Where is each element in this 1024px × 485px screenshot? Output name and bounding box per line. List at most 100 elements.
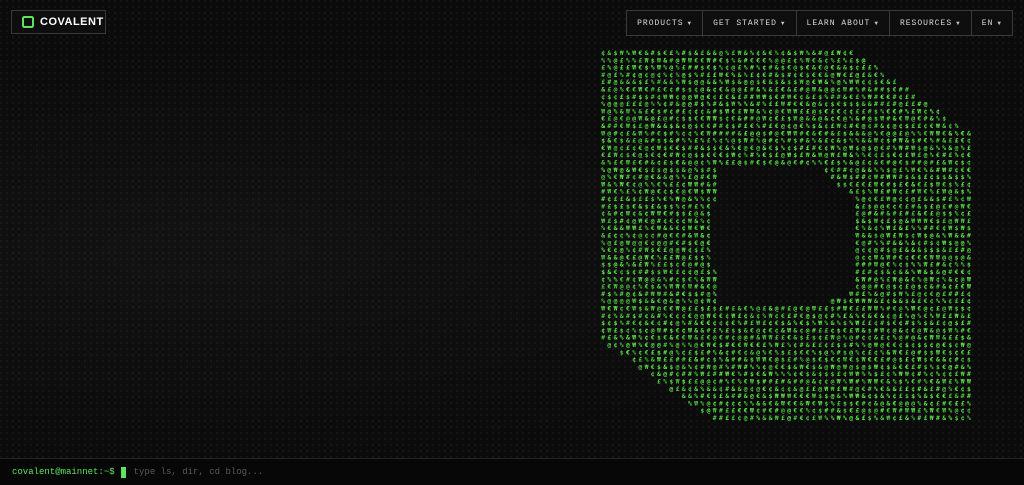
ascii-glyph: @	[744, 414, 748, 422]
ascii-glyph: €	[769, 159, 773, 167]
ascii-glyph: €	[793, 159, 797, 167]
ascii-glyph: ₩	[837, 414, 841, 422]
language-label: EN	[981, 18, 994, 28]
ascii-glyph: £	[725, 414, 729, 422]
terminal-prompt: covalent@mainnet:~$	[12, 467, 115, 477]
ascii-glyph: $	[868, 414, 872, 422]
ascii-glyph: @	[738, 159, 742, 167]
ascii-glyph: £	[781, 414, 785, 422]
ascii-glyph: @	[669, 385, 673, 393]
top-navigation: PRODUCTS ▼ GET STARTED ▼ LEARN ABOUT ▼ R…	[626, 10, 1013, 36]
ascii-glyph: €	[800, 414, 804, 422]
ascii-glyph: &	[769, 414, 773, 422]
ascii-glyph: ¢	[806, 414, 810, 422]
nav-label: LEARN ABOUT	[806, 18, 871, 28]
ascii-glyph: $	[837, 180, 841, 188]
ascii-glyph: £	[731, 159, 735, 167]
ascii-glyph: %	[831, 414, 835, 422]
ascii-glyph: £	[676, 385, 680, 393]
ascii-glyph: ¢	[806, 159, 810, 167]
ascii-glyph: &	[762, 414, 766, 422]
terminal-input[interactable]	[131, 466, 436, 478]
ascii-glyph: %	[874, 414, 878, 422]
ascii-glyph: £	[924, 414, 928, 422]
ascii-glyph: %	[719, 159, 723, 167]
caret-down-icon: ▼	[874, 19, 879, 27]
ascii-glyph: #	[800, 159, 804, 167]
ascii-logo-canvas: ¢ & $ ₩% ₩ € & # $ € £% # $ & £ & & @% £ ₩ &% ¢ & €% ¢ & $ ₩% & # @ £ ₩ ¢…	[601, 50, 971, 422]
ascii-glyph: $	[700, 407, 704, 415]
covalent-logo[interactable]: COVALENT	[11, 10, 106, 34]
ascii-glyph: #	[793, 414, 797, 422]
ascii-glyph: $	[955, 414, 959, 422]
nav-label: PRODUCTS	[637, 18, 684, 28]
covalent-logo-icon	[22, 16, 34, 28]
ascii-glyph: #	[831, 173, 835, 181]
ascii-glyph: %	[663, 378, 667, 386]
ascii-glyph: #	[917, 414, 921, 422]
caret-down-icon: ▼	[956, 19, 961, 27]
ascii-glyph: &	[880, 414, 884, 422]
ascii-glyph: %	[948, 414, 952, 422]
ascii-glyph: @	[607, 341, 611, 349]
ascii-glyph: @	[638, 363, 642, 371]
ascii-glyph: %	[812, 159, 816, 167]
ascii-glyph: ¢	[632, 356, 636, 364]
ascii-glyph: £	[899, 414, 903, 422]
ascii-glyph: ¢	[713, 195, 717, 203]
terminal-bar: covalent@mainnet:~$	[0, 458, 1024, 485]
ascii-glyph: #	[713, 414, 717, 422]
ascii-glyph: $	[843, 180, 847, 188]
ascii-glyph: #	[601, 334, 605, 342]
ascii-glyph: $	[620, 348, 624, 356]
ascii-glyph: ₩	[775, 414, 779, 422]
ascii-glyph: %	[911, 414, 915, 422]
caret-down-icon: ▼	[687, 19, 693, 27]
ascii-glyph: £	[657, 378, 661, 386]
ascii-glyph: ¢	[614, 341, 618, 349]
ascii-glyph: $	[762, 159, 766, 167]
ascii-glyph: #	[719, 414, 723, 422]
ascii-glyph: £	[812, 414, 816, 422]
ascii-glyph: ¢	[961, 414, 965, 422]
nav-item-learn-about[interactable]: LEARN ABOUT ▼	[795, 11, 889, 35]
ascii-glyph: £	[731, 414, 735, 422]
nav-label: RESOURCES	[899, 18, 953, 28]
nav-item-products[interactable]: PRODUCTS ▼	[627, 11, 702, 35]
terminal-cursor	[120, 466, 126, 478]
nav-item-resources[interactable]: RESOURCES ▼	[888, 11, 971, 35]
caret-down-icon: ▼	[997, 19, 1002, 27]
ascii-glyph: &	[781, 159, 785, 167]
language-selector[interactable]: EN ▼	[970, 11, 1012, 35]
ascii-glyph: ₩	[930, 414, 934, 422]
ascii-glyph: &	[942, 414, 946, 422]
ascii-glyph: €	[756, 159, 760, 167]
ascii-glyph: %	[756, 414, 760, 422]
ascii-glyph: £	[725, 159, 729, 167]
nav-item-get-started[interactable]: GET STARTED ▼	[702, 11, 795, 35]
ascii-glyph: ¢	[824, 166, 828, 174]
ascii-glyph: #	[750, 414, 754, 422]
nav-label: GET STARTED	[713, 18, 777, 28]
ascii-glyph: #	[750, 159, 754, 167]
ascii-glyph: ₩	[645, 363, 649, 371]
ascii-glyph: ¢	[893, 414, 897, 422]
ascii-glyph: @	[775, 159, 779, 167]
logo-text: COVALENT	[40, 16, 104, 28]
ascii-glyph: ₩	[818, 414, 822, 422]
ascii-glyph: %	[843, 414, 847, 422]
ascii-glyph: ₩	[694, 399, 698, 407]
ascii-glyph: @	[787, 159, 791, 167]
ascii-glyph: $	[744, 159, 748, 167]
caret-down-icon: ▼	[780, 19, 786, 27]
ascii-glyph: ₩	[886, 414, 890, 422]
ascii-glyph: %	[967, 414, 971, 422]
ascii-glyph: ¢	[738, 414, 742, 422]
ascii-glyph: &	[855, 414, 859, 422]
ascii-glyph: €	[626, 348, 630, 356]
ascii-glyph: %	[824, 414, 828, 422]
ascii-glyph: @	[849, 414, 853, 422]
ascii-glyph: @	[787, 414, 791, 422]
ascii-glyph: ¢	[651, 370, 655, 378]
ascii-glyph: %	[688, 399, 692, 407]
